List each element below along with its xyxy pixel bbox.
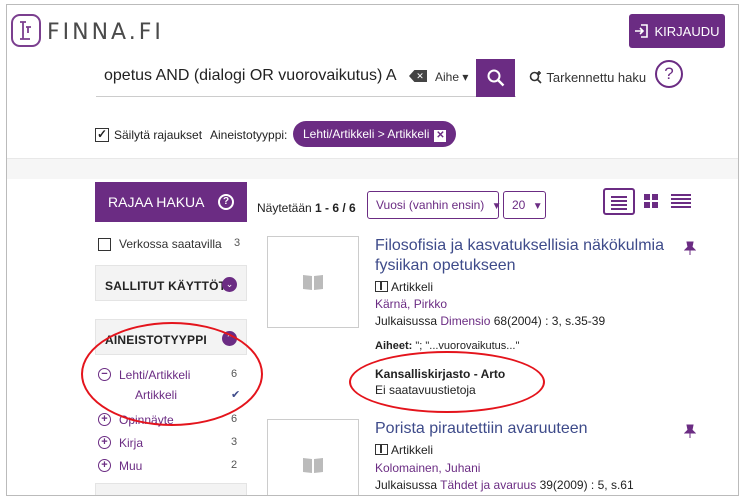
publication-details: 68(2004) : 3, s.35-39 (493, 314, 606, 328)
keep-filters-checkbox[interactable]: ✓ (95, 128, 109, 142)
book-placeholder-icon (303, 458, 323, 473)
facet-usage-rights[interactable]: SALLITUT KÄYTTÖTAVAT ⌄ (95, 265, 247, 301)
search-plus-icon (529, 71, 542, 84)
chevron-down-icon: ▼ (491, 201, 502, 212)
login-button[interactable]: KIRJAUDU (629, 14, 725, 48)
publication-prefix: Julkaisussa (375, 314, 438, 328)
help-icon[interactable]: ? (655, 60, 683, 88)
active-filter-chip[interactable]: Lehti/Artikkeli > Artikkeli ✕ (293, 121, 457, 147)
subjects-value: "; "...vuorovaikutus..." (415, 340, 520, 352)
record-thumbnail[interactable] (267, 236, 359, 328)
expand-facet-icon[interactable]: + (98, 459, 111, 472)
expand-facet-icon[interactable]: + (98, 413, 111, 426)
article-icon (375, 281, 388, 292)
record-format-label: Artikkeli (391, 443, 434, 457)
pin-icon[interactable] (684, 241, 696, 255)
grid-view-icon[interactable] (644, 194, 658, 208)
record-author-link[interactable]: Kolomainen, Juhani (375, 461, 480, 475)
publication-prefix: Julkaisussa (375, 478, 438, 492)
book-placeholder-icon (303, 275, 323, 290)
expand-facet-icon[interactable]: + (98, 436, 111, 449)
finna-logo-icon[interactable] (11, 14, 41, 47)
content-separator (7, 159, 738, 179)
annotation-ellipse-availability (349, 351, 545, 413)
facet-item-kirja[interactable]: Kirja (119, 436, 143, 450)
facet-count: 6 (231, 413, 238, 425)
active-filters-row: ✓ Säilytä rajaukset Aineistotyyppi: Leht… (7, 109, 738, 159)
search-underline (96, 96, 516, 97)
clear-search-icon[interactable]: ✕ (409, 70, 427, 82)
search-field-label: Aihe (435, 70, 460, 84)
facet-count: 3 (231, 436, 238, 448)
page-frame: FINNA.FI KIRJAUDU opetus AND (dialogi OR… (6, 4, 739, 496)
record-thumbnail[interactable] (267, 419, 359, 495)
filter-type-label: Aineistotyyppi: (210, 128, 288, 142)
record-format: Artikkeli (375, 280, 433, 294)
publication-link[interactable]: Tähdet ja avaruus (440, 478, 536, 492)
compact-view-icon[interactable] (671, 194, 691, 208)
sort-label: Vuosi (vanhin ensin) (376, 198, 485, 212)
advanced-search-label: Tarkennettu haku (546, 70, 647, 85)
keep-filters-label: Säilytä rajaukset (114, 128, 203, 142)
annotation-ellipse-facet (81, 322, 263, 426)
subjects-label: Aiheet: (375, 340, 413, 352)
facet-usage-title: SALLITUT KÄYTTÖTAVAT (105, 279, 235, 293)
online-available-checkbox[interactable] (98, 238, 111, 251)
refine-help-icon[interactable]: ? (218, 194, 234, 210)
facet-item-muu[interactable]: Muu (119, 459, 142, 473)
chevron-down-icon: ▼ (532, 201, 543, 212)
site-header: FINNA.FI KIRJAUDU (7, 5, 738, 59)
active-filter-label: Lehti/Artikkeli > Artikkeli (303, 127, 430, 141)
result-count-prefix: Näytetään (257, 201, 312, 215)
facet-count: 2 (231, 459, 238, 471)
search-icon (487, 69, 504, 87)
result-count-range: 1 - 6 / 6 (315, 201, 356, 215)
sort-select[interactable]: Vuosi (vanhin ensin) ▼ (367, 191, 502, 219)
online-available-label[interactable]: Verkossa saatavilla (119, 237, 222, 251)
expand-icon[interactable]: ⌄ (222, 277, 237, 292)
publication-details: 39(2009) : 5, s.61 (539, 478, 634, 492)
record-format-label: Artikkeli (391, 280, 434, 294)
list-view-icon[interactable] (603, 188, 635, 215)
remove-filter-icon[interactable]: ✕ (434, 130, 447, 142)
online-available-count: 3 (234, 237, 241, 249)
result-count: Näytetään 1 - 6 / 6 (257, 201, 356, 215)
record-author-link[interactable]: Kärnä, Pirkko (375, 297, 447, 311)
facet-next[interactable] (95, 483, 247, 495)
limit-label: 20 (512, 198, 526, 212)
chevron-down-icon: ▾ (462, 70, 469, 84)
search-button[interactable] (476, 59, 515, 97)
record-title-link[interactable]: Porista pirautettiin avaruuteen (375, 419, 675, 439)
limit-select[interactable]: 20 ▼ (503, 191, 546, 219)
site-logo-text[interactable]: FINNA.FI (47, 20, 164, 45)
record-publication: Julkaisussa Dimensio 68(2004) : 3, s.35-… (375, 314, 605, 328)
publication-link[interactable]: Dimensio (440, 314, 490, 328)
search-input[interactable]: opetus AND (dialogi OR vuorovaikutus) A (96, 59, 406, 97)
search-field-select[interactable]: Aihe ▾ (435, 70, 468, 84)
record-format: Artikkeli (375, 443, 433, 457)
login-label: KIRJAUDU (654, 23, 720, 39)
login-icon (635, 24, 649, 38)
record-publication: Julkaisussa Tähdet ja avaruus 39(2009) :… (375, 478, 634, 492)
record-title-link[interactable]: Filosofisia ja kasvatuksellisia näkökulm… (375, 236, 675, 276)
article-icon (375, 444, 388, 455)
search-bar: opetus AND (dialogi OR vuorovaikutus) A … (7, 59, 738, 109)
pin-icon[interactable] (684, 424, 696, 438)
advanced-search-link[interactable]: Tarkennettu haku (529, 70, 646, 85)
